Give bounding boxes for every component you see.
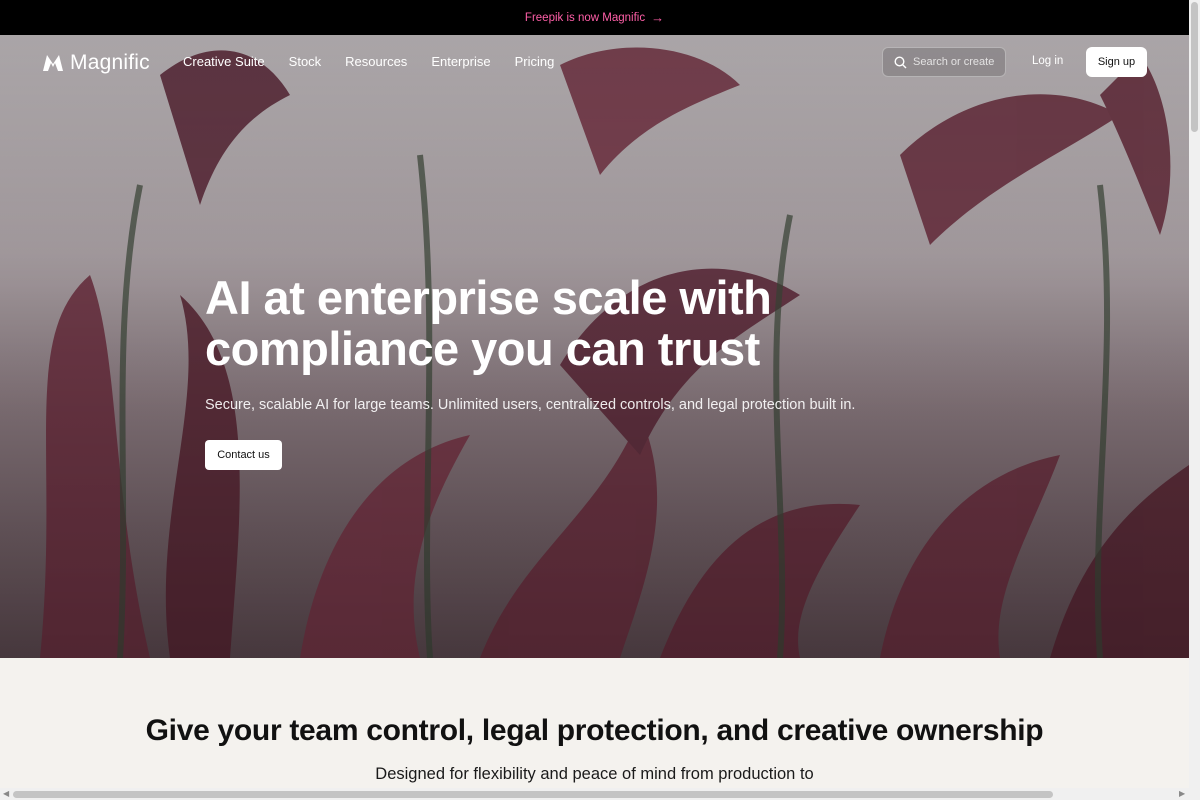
section-subtitle: Designed for flexibility and peace of mi… xyxy=(375,765,814,783)
login-link[interactable]: Log in xyxy=(1032,55,1063,67)
hero-headline: AI at enterprise scale with compliance y… xyxy=(205,271,772,375)
vertical-scrollbar-thumb[interactable] xyxy=(1191,2,1198,132)
nav-item-enterprise[interactable]: Enterprise xyxy=(431,54,490,69)
vertical-scrollbar[interactable] xyxy=(1189,0,1200,788)
main-menu: Creative Suite Stock Resources Enterpris… xyxy=(183,54,554,69)
brand-logo[interactable]: Magnific xyxy=(43,51,150,75)
hero-section: Magnific Creative Suite Stock Resources … xyxy=(0,35,1189,658)
top-nav: Magnific Creative Suite Stock Resources … xyxy=(0,35,1189,90)
magnific-logo-icon xyxy=(43,55,63,71)
search-icon xyxy=(894,55,907,68)
search-input[interactable] xyxy=(913,56,999,68)
section-title: Give your team control, legal protection… xyxy=(145,714,1044,747)
signup-button[interactable]: Sign up xyxy=(1086,47,1147,77)
announcement-text[interactable]: Freepik is now Magnific xyxy=(525,12,645,24)
scroll-left-icon[interactable]: ◀ xyxy=(3,789,9,798)
horizontal-scrollbar[interactable]: ◀ ▶ xyxy=(0,788,1200,800)
announcement-bar[interactable]: Freepik is now Magnific → xyxy=(0,0,1189,35)
nav-item-pricing[interactable]: Pricing xyxy=(515,54,555,69)
contact-us-button[interactable]: Contact us xyxy=(205,440,282,470)
search-box[interactable] xyxy=(882,47,1006,77)
nav-item-creative-suite[interactable]: Creative Suite xyxy=(183,54,265,69)
nav-item-stock[interactable]: Stock xyxy=(289,54,322,69)
brand-name: Magnific xyxy=(70,51,150,74)
hero-subtitle: Secure, scalable AI for large teams. Unl… xyxy=(205,397,856,413)
nav-item-resources[interactable]: Resources xyxy=(345,54,407,69)
horizontal-scrollbar-thumb[interactable] xyxy=(13,791,1053,798)
arrow-right-icon: → xyxy=(651,10,665,25)
scroll-right-icon[interactable]: ▶ xyxy=(1179,789,1185,798)
